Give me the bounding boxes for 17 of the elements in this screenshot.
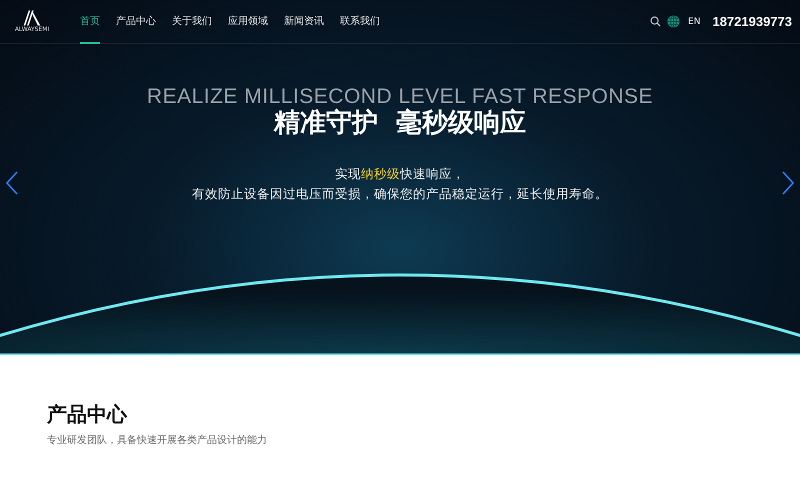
nav-item[interactable]: 新闻资讯 — [284, 0, 324, 44]
phone-number: 18721939773 — [712, 14, 792, 29]
section-subtitle: 专业研发团队，具备快速开展各类产品设计的能力 — [47, 434, 268, 447]
nav-item[interactable]: 联系我们 — [340, 0, 380, 44]
nav-item[interactable]: 关于我们 — [172, 0, 212, 44]
logo-icon — [22, 10, 42, 26]
nav-item[interactable]: 产品中心 — [116, 0, 156, 44]
nav-item[interactable]: 应用领域 — [228, 0, 268, 44]
hero-eyebrow: REALIZE MILLISECOND LEVEL FAST RESPONSE — [146, 86, 654, 108]
globe-icon[interactable] — [667, 15, 680, 28]
hero-subtitle: 有效防止设备因过电压而受损，确保您的产品稳定运行，延长使用寿命。 — [192, 185, 608, 203]
hero-title: 精准守护 毫秒级响应 — [274, 108, 526, 138]
section-title: 产品中心 — [47, 401, 128, 427]
language-link[interactable]: EN — [688, 16, 700, 26]
nav-item[interactable]: 首页 — [80, 0, 100, 44]
search-icon[interactable] — [650, 16, 662, 27]
hero-subtitle: 实现纳秒级快速响应， — [335, 165, 465, 183]
